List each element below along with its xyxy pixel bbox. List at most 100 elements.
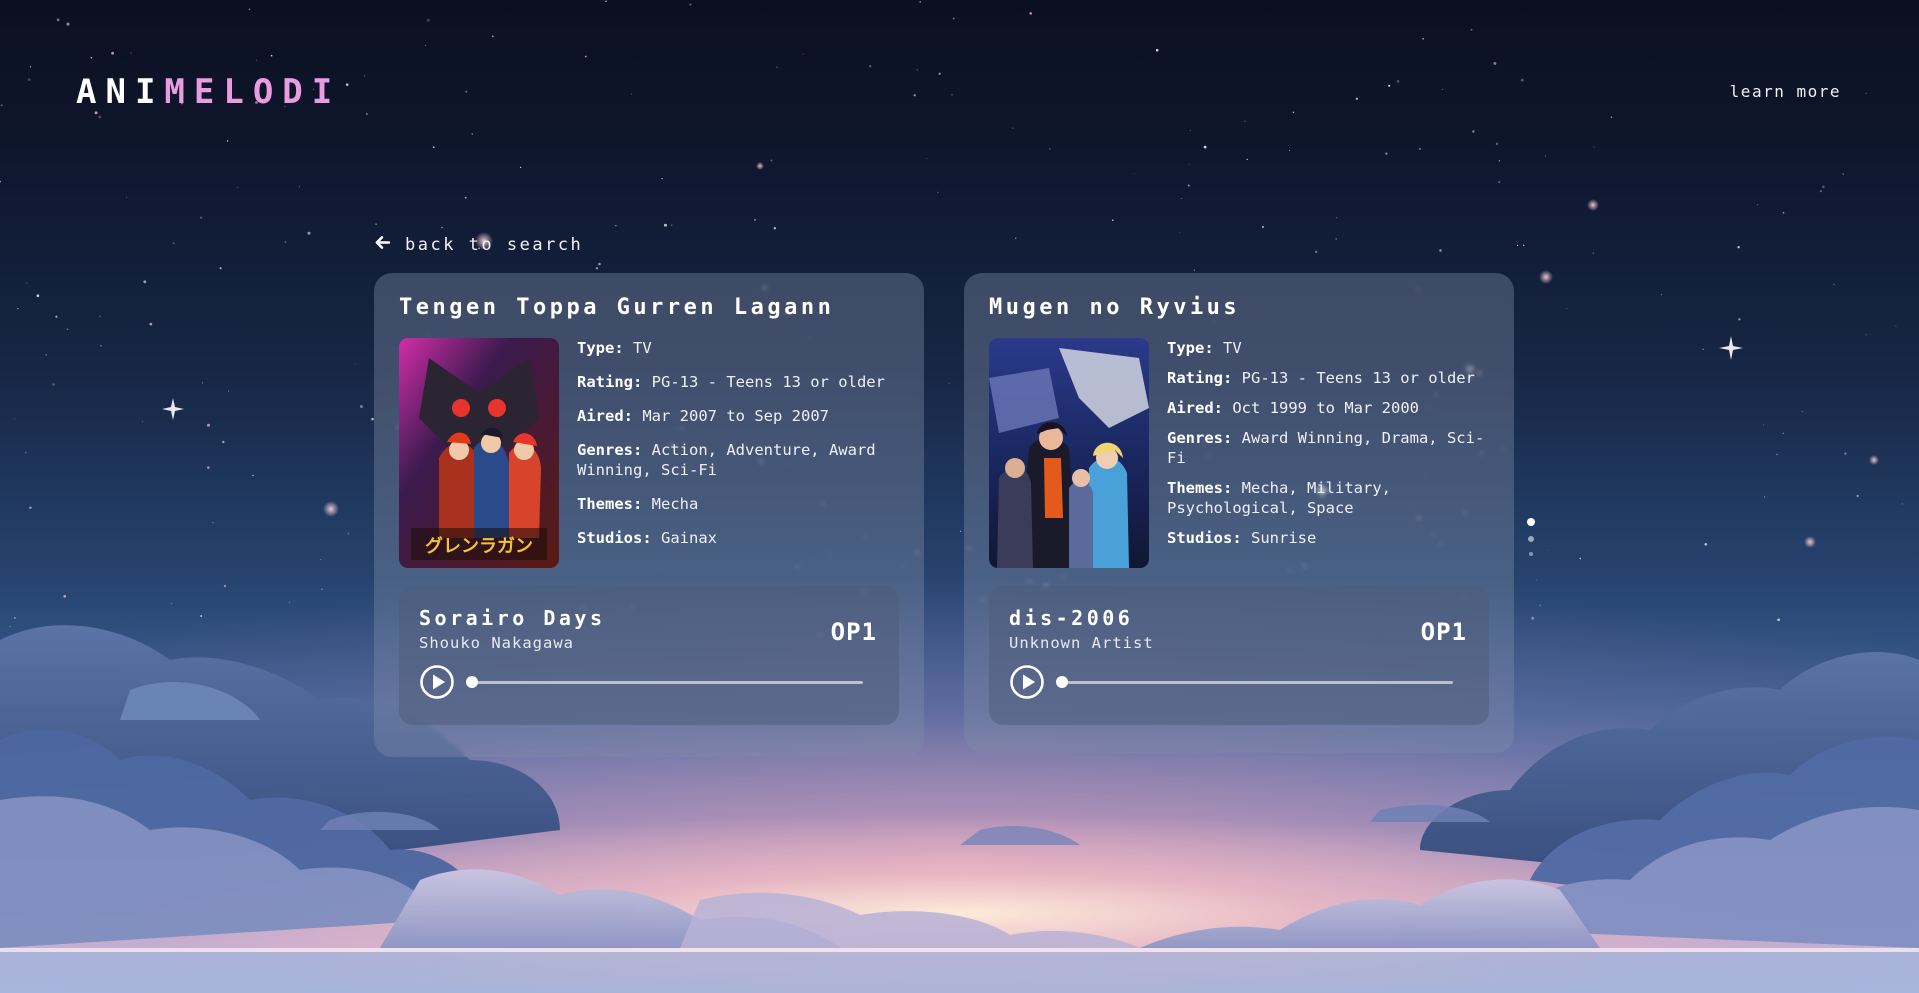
background-star <box>1782 211 1785 214</box>
app-logo[interactable]: ANIMELODI <box>76 72 341 112</box>
background-star <box>1547 549 1549 551</box>
background-star <box>1516 244 1519 246</box>
detail-themes: Themes: Mecha, Military, Psychological, … <box>1167 479 1391 517</box>
background-star <box>347 533 349 535</box>
background-star <box>1049 148 1051 150</box>
background-star <box>1422 37 1424 40</box>
background-star <box>1523 244 1525 246</box>
background-star <box>1865 334 1867 336</box>
background-star <box>1660 294 1662 296</box>
anime-info: グレンラガン Type: TV Rating: PG-13 - Teens 13… <box>399 338 899 568</box>
background-star <box>598 262 601 266</box>
background-star <box>519 166 522 169</box>
background-star <box>1566 307 1568 310</box>
background-star <box>1470 28 1473 31</box>
play-circle-icon[interactable] <box>419 664 455 700</box>
progress-slider-thumb[interactable] <box>1056 675 1068 688</box>
pagination-dot[interactable] <box>1529 552 1533 556</box>
song-artist: Unknown Artist <box>1009 634 1154 652</box>
background-star <box>1385 152 1388 155</box>
background-star <box>29 66 32 68</box>
background-star <box>868 64 872 68</box>
background-star <box>1029 12 1033 15</box>
background-star <box>1704 543 1708 546</box>
background-star <box>615 225 617 227</box>
background-star <box>1314 250 1318 254</box>
background-star <box>66 22 70 26</box>
background-star <box>1738 318 1741 321</box>
background-star <box>926 158 928 160</box>
progress-slider[interactable] <box>1056 675 1453 688</box>
detail-rating: Rating: PG-13 - Teens 13 or older <box>1167 369 1475 387</box>
song-title: dis-2006 <box>1009 606 1134 630</box>
background-star <box>1776 453 1779 456</box>
background-star <box>1520 78 1524 82</box>
song-title: Sorairo Days <box>419 606 606 630</box>
background-star <box>307 231 311 235</box>
background-star <box>143 280 147 284</box>
background-star <box>1335 217 1337 219</box>
background-star <box>222 440 225 444</box>
background-star <box>671 224 673 226</box>
back-label: back to search <box>405 235 584 255</box>
background-star <box>321 588 323 590</box>
background-star <box>200 615 203 617</box>
background-star <box>284 241 287 243</box>
background-star <box>55 315 58 318</box>
background-star <box>938 72 941 75</box>
background-star <box>1756 203 1759 206</box>
background-star <box>63 594 67 598</box>
anime-title: Tengen Toppa Gurren Lagann <box>399 295 835 320</box>
background-star <box>960 530 962 532</box>
anime-poster <box>989 338 1149 568</box>
play-circle-icon[interactable] <box>1009 664 1045 700</box>
background-star <box>170 602 173 605</box>
background-star <box>1833 283 1835 285</box>
song-artist: Shouko Nakagawa <box>419 634 574 652</box>
background-star <box>1844 452 1847 455</box>
pagination-dot-active[interactable] <box>1527 518 1535 526</box>
background-star <box>1865 92 1867 94</box>
background-star <box>99 315 101 317</box>
background-star <box>1396 80 1400 83</box>
anime-poster: グレンラガン <box>399 338 559 568</box>
background-star <box>17 308 19 310</box>
background-star <box>1593 146 1595 148</box>
background-star <box>951 94 953 96</box>
background-star <box>142 421 144 423</box>
background-star <box>52 383 55 386</box>
background-star <box>1439 249 1442 252</box>
background-star <box>1842 173 1845 175</box>
background-star <box>1472 130 1475 133</box>
background-star <box>630 93 633 95</box>
back-to-search-link[interactable]: back to search <box>374 234 583 256</box>
background-star <box>1763 424 1765 426</box>
background-star <box>26 282 28 284</box>
background-star <box>45 354 47 356</box>
learn-more-link[interactable]: learn more <box>1730 82 1841 101</box>
background-star <box>471 133 474 135</box>
progress-slider-thumb[interactable] <box>466 675 478 688</box>
background-star <box>202 382 204 384</box>
detail-studios: Studios: Gainax <box>577 529 717 547</box>
background-star <box>25 451 27 454</box>
background-star <box>363 75 366 77</box>
background-star <box>1536 579 1538 581</box>
background-star <box>226 140 229 142</box>
background-star <box>345 83 349 86</box>
background-star <box>0 104 3 107</box>
pagination-dot[interactable] <box>1528 536 1534 542</box>
background-star <box>98 115 102 119</box>
background-star <box>1498 180 1501 184</box>
anime-title: Mugen no Ryvius <box>989 295 1241 320</box>
progress-slider[interactable] <box>466 675 863 688</box>
background-star <box>1544 155 1546 157</box>
background-star <box>1610 116 1613 118</box>
background-star <box>56 18 60 22</box>
anime-details: Type: TV Rating: PG-13 - Teens 13 or old… <box>577 338 899 568</box>
detail-themes: Themes: Mecha <box>577 495 699 513</box>
background-star <box>1180 197 1182 199</box>
background-star <box>219 267 222 270</box>
background-star <box>1493 61 1497 65</box>
background-star <box>252 474 254 477</box>
